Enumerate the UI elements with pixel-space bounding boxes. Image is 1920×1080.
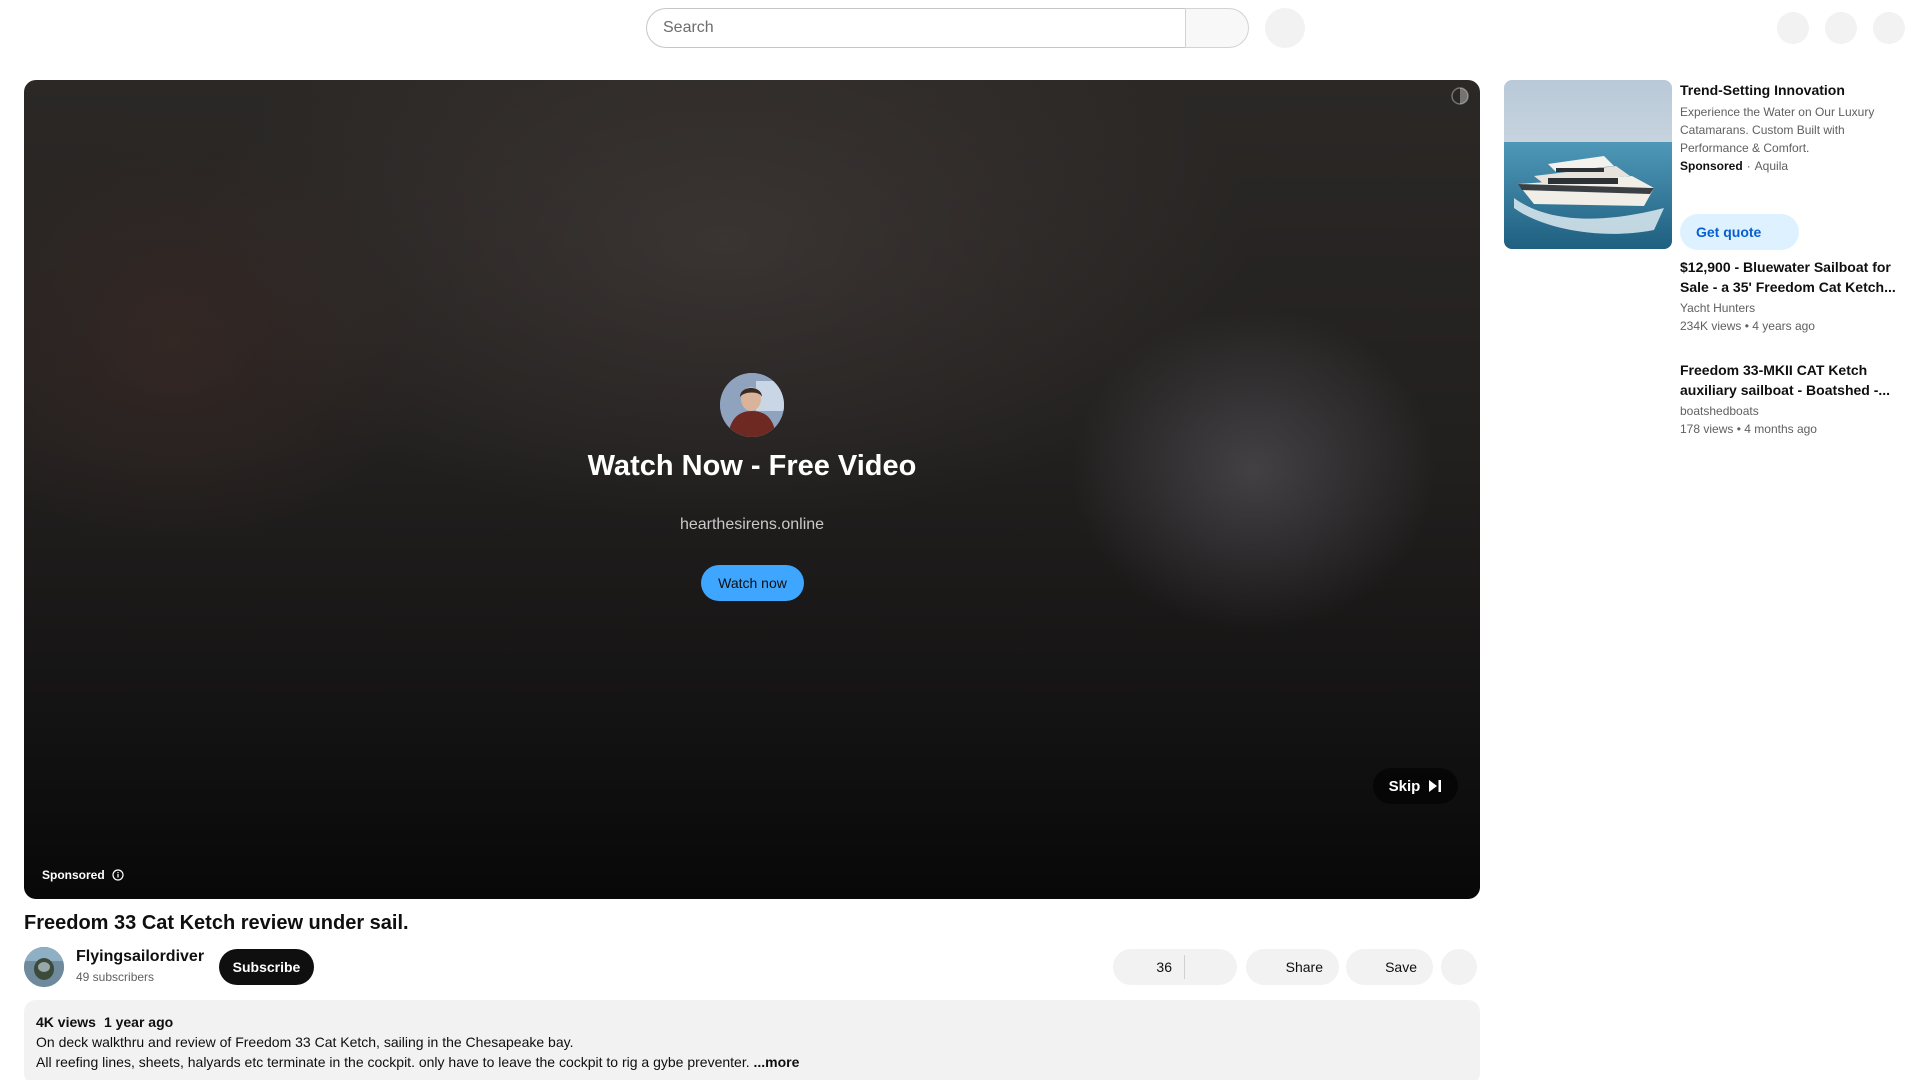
show-more-link[interactable]: ...more [754, 1054, 800, 1070]
channel-name[interactable]: Flyingsailordiver [76, 948, 204, 966]
contrast-icon [1451, 87, 1469, 105]
share-button[interactable]: Share [1246, 949, 1339, 985]
recommended-video-age: 4 months ago [1744, 422, 1817, 436]
upload-age: 1 year ago [103, 1014, 174, 1030]
search-button[interactable] [1185, 8, 1249, 48]
like-dislike-group: 36 [1113, 949, 1237, 985]
ad-sponsored-label: Sponsored [1680, 159, 1743, 173]
skip-label: Skip [1388, 777, 1421, 795]
description-meta: 4K views 1 year ago [36, 1012, 1468, 1032]
sponsored-text: Sponsored [42, 868, 105, 882]
recommended-video-views: 234K views [1680, 319, 1742, 333]
recommended-video[interactable]: $12,900 - Bluewater Sailboat for Sale - … [1680, 257, 1900, 335]
voice-search-button[interactable] [1265, 8, 1305, 48]
ad-overlay: Watch Now - Free Video hearthesirens.onl… [24, 80, 1480, 899]
recommended-video-views: 178 views [1680, 422, 1734, 436]
like-count: 36 [1156, 959, 1172, 975]
like-button[interactable]: 36 [1113, 955, 1185, 979]
skip-ad-button[interactable]: Skip [1373, 768, 1458, 804]
skip-next-icon [1429, 780, 1442, 792]
more-actions-button[interactable] [1441, 949, 1477, 985]
ad-domain: hearthesirens.online [679, 516, 825, 533]
advertiser-avatar [720, 373, 784, 437]
description-line-2: All reefing lines, sheets, halyards etc … [36, 1052, 1468, 1072]
sidebar-ad-card[interactable]: Trend-Setting Innovation Experience the … [1504, 80, 1904, 250]
recommended-video-title[interactable]: $12,900 - Bluewater Sailboat for Sale - … [1680, 257, 1900, 297]
info-icon[interactable] [112, 869, 124, 881]
description-text: All reefing lines, sheets, halyards etc … [36, 1054, 750, 1070]
recommended-video[interactable]: Freedom 33-MKII CAT Ketch auxiliary sail… [1680, 360, 1900, 438]
sponsored-badge: Sponsored [42, 868, 124, 882]
video-player[interactable]: Watch Now - Free Video hearthesirens.onl… [24, 80, 1480, 899]
recommended-video-age: 4 years ago [1752, 319, 1815, 333]
channel-avatar[interactable] [24, 947, 64, 987]
ad-card-meta: Sponsored · Aquila [1680, 159, 1788, 173]
share-label: Share [1285, 959, 1323, 975]
recommended-video-stats: 178 views • 4 months ago [1680, 420, 1900, 438]
view-count: 4K views [36, 1014, 96, 1030]
ad-advertiser-name: Aquila [1754, 159, 1789, 173]
recommended-video-stats: 234K views • 4 years ago [1680, 317, 1900, 335]
ad-card-title[interactable]: Trend-Setting Innovation [1680, 82, 1845, 98]
save-button[interactable]: Save [1346, 949, 1433, 985]
get-quote-button[interactable]: Get quote [1680, 214, 1799, 250]
notifications-button[interactable] [1825, 12, 1857, 44]
watch-now-button[interactable]: Watch now [701, 565, 804, 601]
create-button[interactable] [1777, 12, 1809, 44]
account-avatar-button[interactable] [1873, 12, 1905, 44]
search-input[interactable] [646, 8, 1185, 48]
ad-thumbnail[interactable] [1504, 80, 1672, 249]
top-bar [0, 0, 1920, 56]
recommended-video-channel[interactable]: boatshedboats [1680, 402, 1900, 420]
meta-separator: · [1746, 159, 1751, 173]
subscriber-count: 49 subscribers [76, 970, 155, 984]
recommended-video-channel[interactable]: Yacht Hunters [1680, 299, 1900, 317]
recommended-video-title[interactable]: Freedom 33-MKII CAT Ketch auxiliary sail… [1680, 360, 1900, 400]
description-line: On deck walkthru and review of Freedom 3… [36, 1034, 574, 1050]
save-label: Save [1385, 959, 1417, 975]
subscribe-button[interactable]: Subscribe [219, 949, 314, 985]
search-box [646, 8, 1249, 48]
video-title: Freedom 33 Cat Ketch review under sail. [24, 912, 409, 934]
ad-card-description: Experience the Water on Our Luxury Catam… [1680, 105, 1875, 155]
description-box[interactable]: 4K views 1 year ago On deck walkthru and… [24, 1000, 1480, 1080]
ad-headline: Watch Now - Free Video [587, 450, 917, 482]
